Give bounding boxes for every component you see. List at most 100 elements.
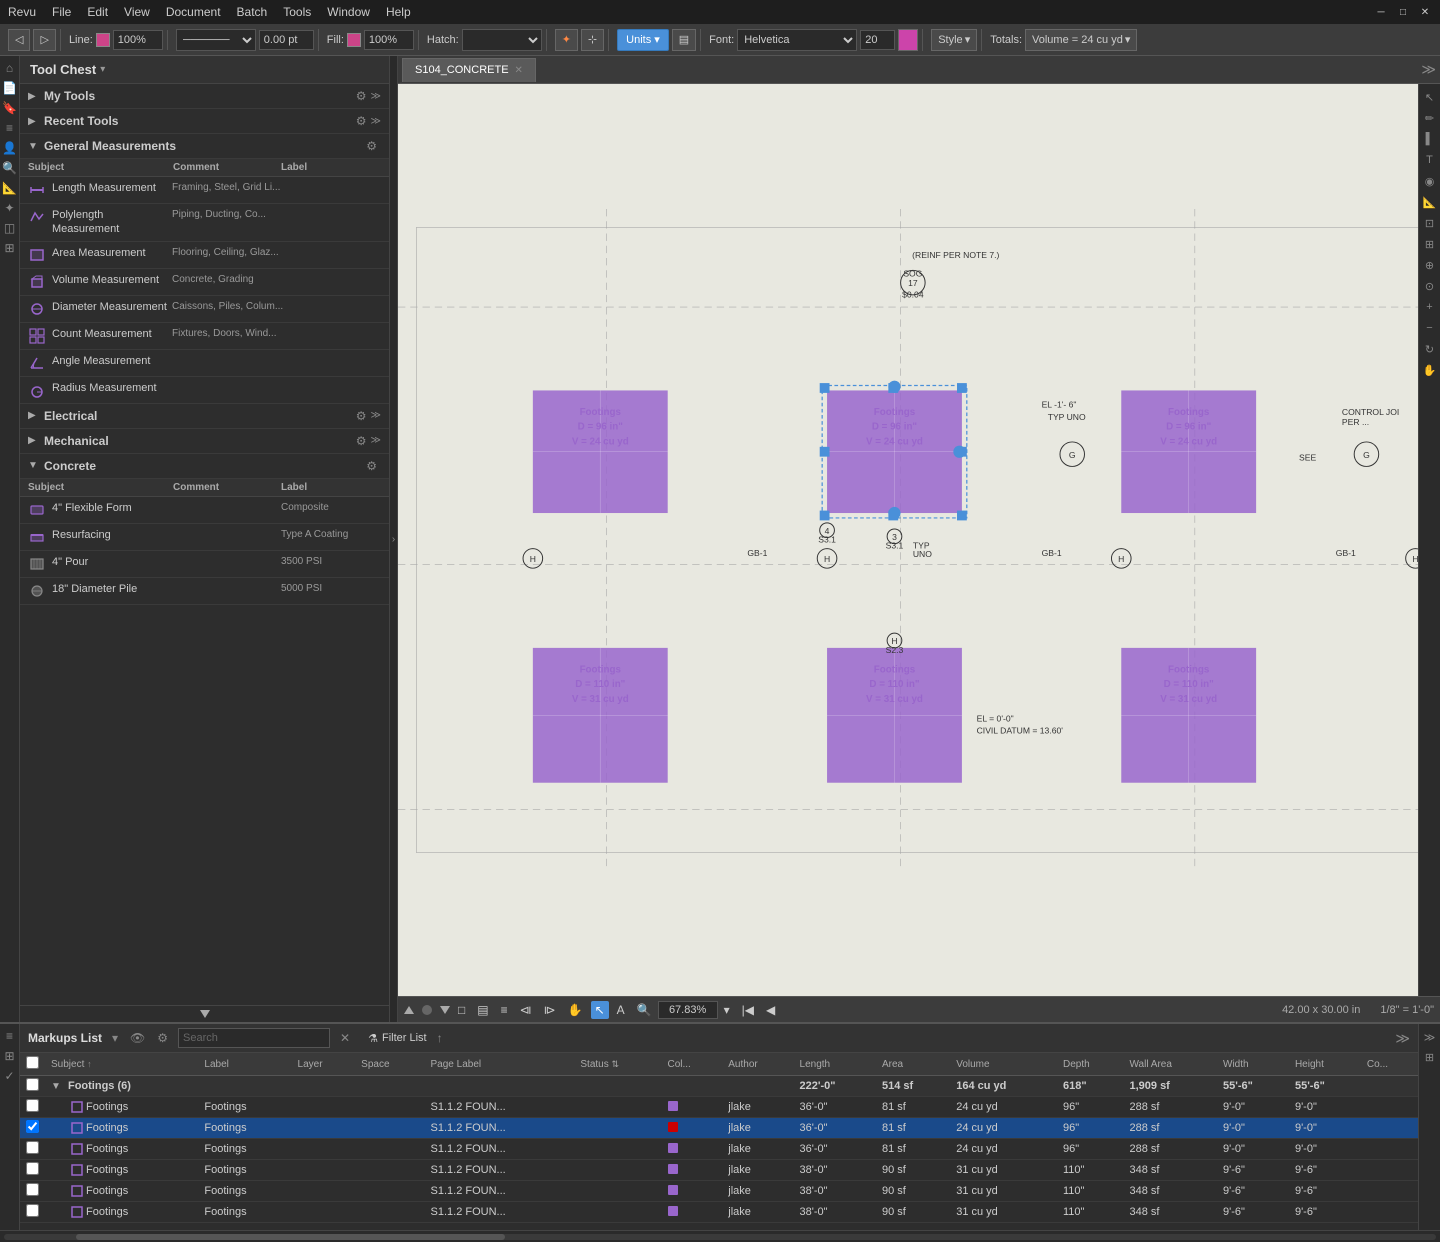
calibrate-button[interactable]: ✦: [555, 29, 578, 51]
th-status[interactable]: Status ⇅: [574, 1053, 661, 1076]
row1-check[interactable]: [26, 1099, 39, 1112]
canvas-icon-stamp[interactable]: ◉: [1421, 172, 1439, 190]
zoom-out-button[interactable]: 🔍: [633, 1001, 656, 1019]
continuous-button[interactable]: ≡: [497, 1001, 512, 1019]
left-icon-bookmarks[interactable]: 🔖: [2, 100, 18, 116]
mechanical-expand-icon[interactable]: ≫: [371, 435, 381, 446]
my-tools-gear-icon[interactable]: ⚙: [356, 89, 367, 103]
table-row[interactable]: Footings Footings S1.1.2 FOUN... jlake 3…: [20, 1097, 1418, 1118]
prev-page-button[interactable]: ◀: [762, 1001, 779, 1019]
markups-dropdown-icon[interactable]: ▾: [110, 1029, 120, 1047]
group-row-footings[interactable]: ▼ Footings (6) 222'-0" 514 sf 164 cu yd …: [20, 1076, 1418, 1097]
pan-button[interactable]: ✋: [564, 1001, 587, 1019]
hatch-select[interactable]: [462, 29, 542, 51]
back-button[interactable]: ◁: [8, 29, 30, 51]
markups-right-icon-1[interactable]: ≫: [1421, 1028, 1439, 1046]
mechanical-gear-icon[interactable]: ⚙: [356, 434, 367, 448]
electrical-expand-icon[interactable]: ≫: [371, 410, 381, 421]
th-depth[interactable]: Depth: [1057, 1053, 1123, 1076]
nav-next-button[interactable]: ⧐: [540, 1001, 560, 1019]
canvas-icon-grid[interactable]: ⊞: [1421, 235, 1439, 253]
zoom-level-input[interactable]: [658, 1001, 718, 1019]
electrical-gear-icon[interactable]: ⚙: [356, 409, 367, 423]
tool-row-resurfacing[interactable]: Resurfacing Type A Coating: [20, 524, 389, 551]
markups-eye-icon[interactable]: 👁: [128, 1029, 147, 1047]
mechanical-section[interactable]: ▶ Mechanical ⚙ ≫: [20, 429, 389, 454]
menu-view[interactable]: View: [124, 5, 150, 19]
canvas-icon-pen[interactable]: ✏: [1421, 109, 1439, 127]
th-length[interactable]: Length: [794, 1053, 876, 1076]
tool-row-polylength[interactable]: Polylength Measurement Piping, Ducting, …: [20, 204, 389, 242]
row4-check[interactable]: [26, 1162, 39, 1175]
canvas-icon-zoom-out[interactable]: −: [1421, 319, 1439, 337]
markups-settings-icon[interactable]: ⚙: [155, 1029, 170, 1047]
units-button[interactable]: Units ▾: [617, 29, 669, 51]
filter-list-button[interactable]: ⚗ Filter List: [368, 1032, 427, 1045]
tool-row-radius[interactable]: Radius Measurement: [20, 377, 389, 404]
totals-value-button[interactable]: Volume = 24 cu yd ▾: [1025, 29, 1137, 51]
select-all-checkbox[interactable]: [26, 1056, 39, 1069]
markups-expand-button[interactable]: ≫: [1395, 1030, 1410, 1047]
my-tools-expand-icon[interactable]: ≫: [371, 91, 381, 102]
tab-expand-button[interactable]: ≫: [1421, 61, 1436, 78]
left-icon-measurements[interactable]: 📐: [2, 180, 18, 196]
style-button[interactable]: Style ▾: [931, 29, 977, 51]
th-subject[interactable]: Subject ↑: [45, 1053, 198, 1076]
th-label[interactable]: Label: [198, 1053, 291, 1076]
table-row[interactable]: Footings Footings S1.1.2 FOUN... jlake 3…: [20, 1160, 1418, 1181]
snap-button[interactable]: ⊹: [581, 29, 604, 51]
menu-tools[interactable]: Tools: [283, 5, 311, 19]
tab-s104-concrete[interactable]: S104_CONCRETE ✕: [402, 58, 536, 82]
markups-table-wrapper[interactable]: Subject ↑ Label Layer Space Page Label S…: [20, 1053, 1418, 1230]
canvas-icon-image[interactable]: ⊡: [1421, 214, 1439, 232]
markups-export-icon[interactable]: ↑: [435, 1029, 445, 1047]
menu-batch[interactable]: Batch: [237, 5, 268, 19]
close-button[interactable]: ✕: [1418, 5, 1432, 19]
font-color-button[interactable]: [898, 29, 918, 51]
first-page-button[interactable]: |◀: [738, 1001, 758, 1019]
table-row[interactable]: Footings Footings S1.1.2 FOUN... jlake 3…: [20, 1139, 1418, 1160]
th-area[interactable]: Area: [876, 1053, 950, 1076]
tool-row-flex-form[interactable]: 4" Flexible Form Composite: [20, 497, 389, 524]
columns-button[interactable]: ▤: [672, 29, 696, 51]
left-icon-layers[interactable]: ≡: [2, 120, 18, 136]
recent-tools-expand-icon[interactable]: ≫: [371, 116, 381, 127]
tool-row-diameter[interactable]: Diameter Measurement Caissons, Piles, Co…: [20, 296, 389, 323]
th-height[interactable]: Height: [1289, 1053, 1361, 1076]
th-co[interactable]: Co...: [1361, 1053, 1418, 1076]
scrollbar-thumb[interactable]: [76, 1234, 506, 1240]
tool-row-volume[interactable]: Volume Measurement Concrete, Grading: [20, 269, 389, 296]
horizontal-scrollbar[interactable]: [0, 1230, 1440, 1242]
page-fit-button[interactable]: □: [454, 1001, 469, 1019]
tool-row-angle[interactable]: Angle Measurement: [20, 350, 389, 377]
menu-window[interactable]: Window: [327, 5, 370, 19]
markups-search-input[interactable]: [178, 1028, 330, 1048]
th-page-label[interactable]: Page Label: [425, 1053, 575, 1076]
menu-revu[interactable]: Revu: [8, 5, 36, 19]
concrete-gear-icon[interactable]: ⚙: [366, 459, 377, 473]
row5-check[interactable]: [26, 1183, 39, 1196]
canvas-icon-cursor[interactable]: ↖: [1421, 88, 1439, 106]
canvas-icon-text[interactable]: T: [1421, 151, 1439, 169]
left-icon-pages[interactable]: 📄: [2, 80, 18, 96]
canvas-icon-pan[interactable]: ✋: [1421, 361, 1439, 379]
single-page-button[interactable]: ▤: [473, 1001, 492, 1019]
row3-check[interactable]: [26, 1141, 39, 1154]
tool-chest-arrow[interactable]: ▾: [100, 64, 105, 75]
tool-row-area[interactable]: Area Measurement Flooring, Ceiling, Glaz…: [20, 242, 389, 269]
table-row[interactable]: Footings Footings S1.1.2 FOUN... jlake 3…: [20, 1202, 1418, 1223]
left-icon-forms[interactable]: ◫: [2, 220, 18, 236]
left-icon-compare[interactable]: ⊞: [2, 240, 18, 256]
canvas-icon-zoom-in[interactable]: +: [1421, 298, 1439, 316]
menu-edit[interactable]: Edit: [87, 5, 108, 19]
menu-help[interactable]: Help: [386, 5, 411, 19]
zoom-dropdown-button[interactable]: ▾: [720, 1001, 734, 1019]
select-button[interactable]: ↖: [591, 1001, 609, 1019]
th-width[interactable]: Width: [1217, 1053, 1289, 1076]
forward-button[interactable]: ▷: [33, 29, 55, 51]
markups-right-icon-2[interactable]: ⊞: [1421, 1048, 1439, 1066]
concrete-section[interactable]: ▼ Concrete ⚙: [20, 454, 389, 479]
markups-icon-check[interactable]: ✓: [2, 1068, 18, 1084]
markups-search-clear-icon[interactable]: ✕: [338, 1029, 352, 1047]
tool-row-length[interactable]: Length Measurement Framing, Steel, Grid …: [20, 177, 389, 204]
